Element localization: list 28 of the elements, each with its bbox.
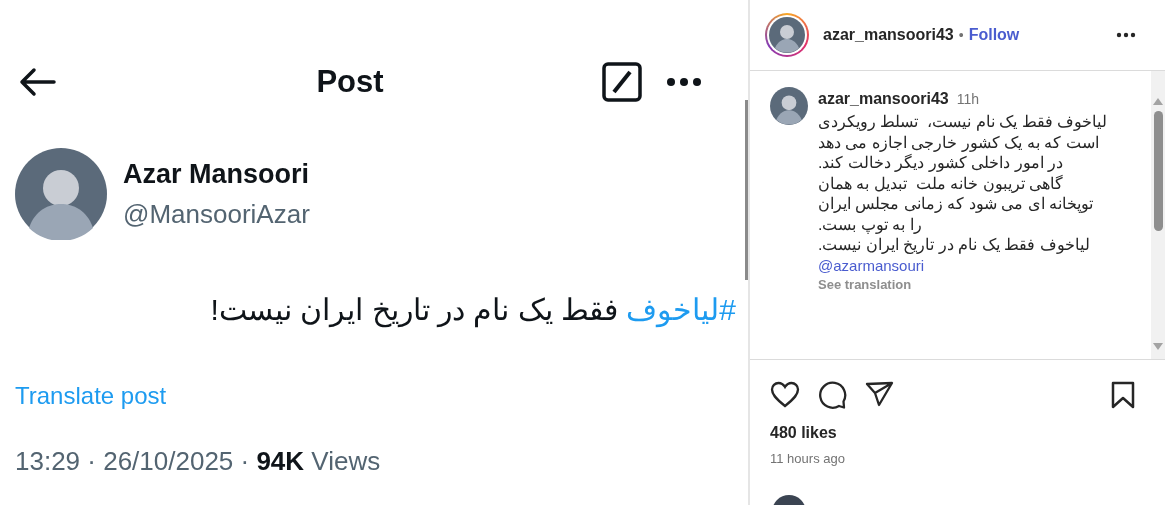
avatar[interactable] [15, 148, 107, 240]
slash-square-icon[interactable] [602, 62, 642, 102]
post-text: فقط یک نام در تاریخ ایران نیست! [210, 293, 618, 326]
post-metadata: 13:29 · 26/10/2025 · 94K Views [15, 446, 381, 476]
post-time: 11h [956, 90, 980, 109]
heart-icon[interactable] [770, 381, 800, 408]
mention-link[interactable]: @azarmansouri [818, 255, 925, 276]
see-translation-link[interactable]: See translation [818, 275, 912, 294]
caption-text: لیاخوف فقط یک نام نیست، تسلط رویکردی است که به یک کشور خارجی اجازه می دهد در امور داخلی کشور دیگر دخالت کند. گاهی تریبون خانه ملت تبدیل به همان توپخانه ای می شود که زمانی مجلس ایران را به توپ بست. لیاخوف فقط یک نام در تاریخ ایران نیست. [818, 112, 1108, 256]
scrollbar[interactable] [1151, 71, 1165, 359]
send-icon[interactable] [865, 381, 894, 408]
bookmark-icon[interactable] [1111, 380, 1135, 409]
post-date: 11 hours ago [770, 450, 845, 468]
scrollbar[interactable] [745, 100, 748, 280]
likes-count[interactable]: 480 likes [770, 421, 837, 445]
username[interactable]: azar_mansoori43 [818, 87, 949, 111]
back-arrow-icon[interactable] [18, 67, 56, 97]
author-name[interactable]: Azar Mansoori [123, 156, 310, 192]
follow-button[interactable]: Follow [968, 23, 1020, 47]
page-title: Post [316, 62, 384, 101]
avatar[interactable] [770, 87, 808, 125]
username[interactable]: azar_mansoori43 [823, 23, 954, 47]
more-icon[interactable] [666, 77, 702, 87]
separator: • [958, 25, 964, 45]
comment-icon[interactable] [818, 380, 847, 409]
more-icon[interactable] [1116, 32, 1136, 38]
scrollbar-thumb[interactable] [1153, 111, 1163, 231]
author-handle[interactable]: @MansooriAzar [123, 196, 310, 232]
